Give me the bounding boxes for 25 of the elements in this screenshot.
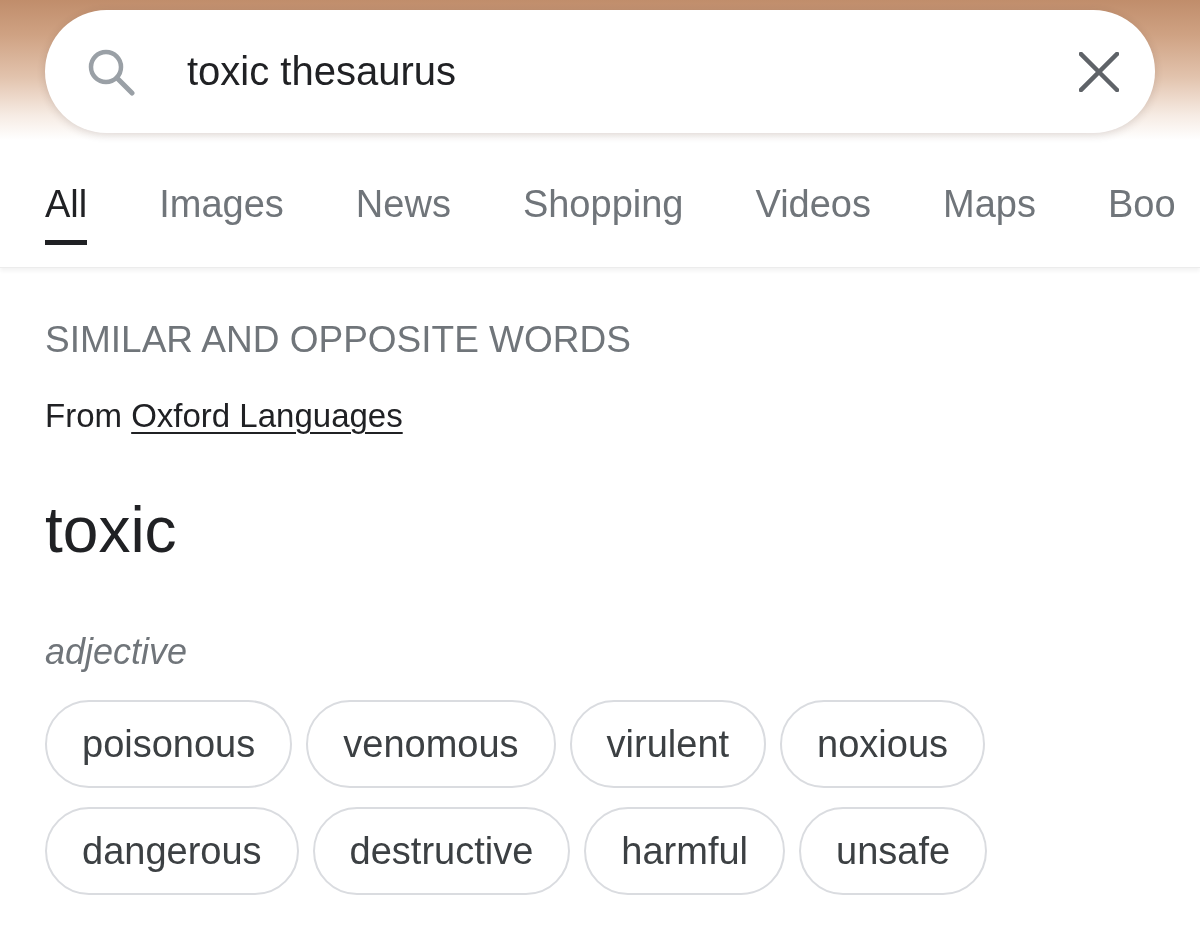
section-heading: SIMILAR AND OPPOSITE WORDS xyxy=(45,318,631,362)
synonym-chip[interactable]: destructive xyxy=(312,807,571,895)
search-bar[interactable]: toxic thesaurus xyxy=(45,10,1155,133)
headword: toxic xyxy=(45,493,177,568)
source-link[interactable]: Oxford Languages xyxy=(131,397,403,434)
synonym-chip[interactable]: noxious xyxy=(780,700,986,788)
search-tab[interactable]: Maps xyxy=(943,181,1036,245)
clear-button[interactable] xyxy=(1079,51,1119,92)
close-icon xyxy=(1079,51,1119,92)
part-of-speech: adjective xyxy=(45,630,188,674)
synonym-chip[interactable]: venomous xyxy=(306,700,556,788)
synonym-chip[interactable]: poisonous xyxy=(45,700,293,788)
synonym-chip[interactable]: unsafe xyxy=(799,807,988,895)
search-icon xyxy=(87,47,135,96)
synonym-chip[interactable]: virulent xyxy=(569,700,767,788)
search-tab[interactable]: Videos xyxy=(755,181,871,245)
search-tab[interactable]: Images xyxy=(159,181,284,245)
search-tab[interactable]: Shopping xyxy=(522,181,684,245)
synonym-chip[interactable]: harmful xyxy=(584,807,786,895)
synonym-chip[interactable]: dangerous xyxy=(45,807,299,895)
search-tab[interactable]: All xyxy=(45,181,88,245)
search-tab[interactable]: Boo xyxy=(1107,181,1176,245)
search-field[interactable]: toxic thesaurus xyxy=(187,43,1039,100)
search-tab[interactable]: News xyxy=(355,181,451,245)
source-attribution: From Oxford Languages xyxy=(45,396,403,436)
